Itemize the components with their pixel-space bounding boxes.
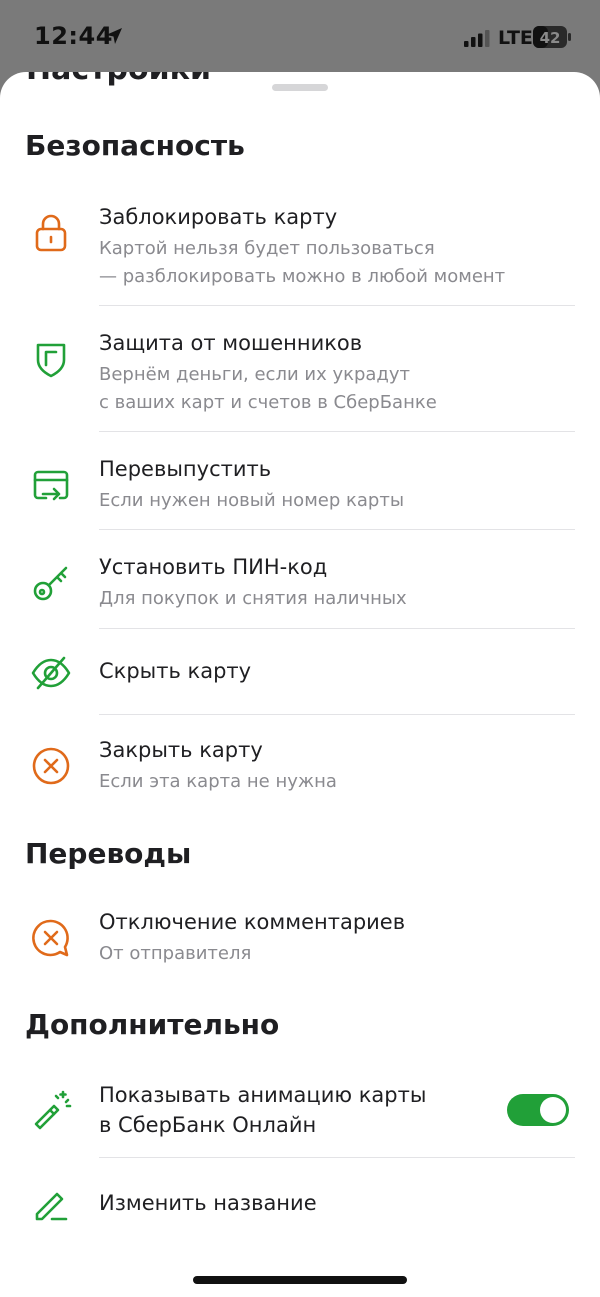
set-pin-title: Установить ПИН-код	[99, 555, 328, 579]
battery-level: 42	[540, 29, 561, 47]
divider	[99, 431, 575, 432]
reissue-card-subtitle: Если нужен новый номер карты	[99, 490, 405, 511]
pencil-icon	[30, 1184, 72, 1226]
network-type: LTE	[498, 27, 533, 49]
toggle-knob	[540, 1097, 566, 1123]
card-reissue-icon	[30, 464, 72, 506]
status-bar: 12:44 LTE 42	[0, 0, 600, 72]
home-indicator[interactable]	[193, 1276, 407, 1284]
battery-icon: 42	[533, 26, 571, 48]
status-time: 12:44	[34, 22, 113, 50]
card-animation-toggle[interactable]	[507, 1094, 569, 1126]
divider	[99, 714, 575, 715]
key-icon	[30, 562, 72, 604]
close-card-subtitle: Если эта карта не нужна	[99, 771, 337, 792]
section-title-security: Безопасность	[25, 129, 245, 162]
divider	[99, 305, 575, 306]
eye-off-icon	[30, 652, 72, 694]
signal-icon	[464, 30, 490, 47]
block-card-subtitle-1: Картой нельзя будет пользоваться	[99, 238, 435, 259]
shield-icon	[30, 338, 72, 380]
comment-off-icon	[30, 917, 72, 959]
sheet-title: Настройки	[26, 72, 211, 87]
section-title-additional: Дополнительно	[25, 1008, 280, 1041]
close-card-title: Закрыть карту	[99, 738, 263, 762]
close-circle-icon	[30, 745, 72, 787]
reissue-card-title: Перевыпустить	[99, 457, 272, 481]
disable-comments-subtitle: От отправителя	[99, 943, 252, 964]
fraud-protection-subtitle-2: с ваших карт и счетов в СберБанке	[99, 392, 437, 413]
set-pin-subtitle: Для покупок и снятия наличных	[99, 588, 407, 609]
divider	[99, 628, 575, 629]
magic-wand-icon	[30, 1088, 72, 1130]
hide-card-title: Скрыть карту	[99, 659, 252, 683]
block-card-subtitle-2: — разблокировать можно в любой момент	[99, 266, 506, 287]
fraud-protection-title: Защита от мошенников	[99, 331, 363, 355]
settings-sheet: Настройки Безопасность Заблокировать кар…	[0, 72, 600, 1297]
card-animation-title-2: в СберБанк Онлайн	[99, 1113, 317, 1137]
section-title-transfers: Переводы	[25, 837, 192, 870]
location-arrow-icon	[106, 28, 122, 44]
card-animation-title-1: Показывать анимацию карты	[99, 1083, 427, 1107]
rename-card-title: Изменить название	[99, 1191, 317, 1215]
fraud-protection-subtitle-1: Вернём деньги, если их украдут	[99, 364, 411, 385]
disable-comments-title: Отключение комментариев	[99, 910, 406, 934]
lock-icon	[30, 212, 72, 254]
sheet-grabber[interactable]	[272, 84, 328, 91]
divider	[99, 1157, 575, 1158]
divider	[99, 529, 575, 530]
block-card-title: Заблокировать карту	[99, 205, 338, 229]
